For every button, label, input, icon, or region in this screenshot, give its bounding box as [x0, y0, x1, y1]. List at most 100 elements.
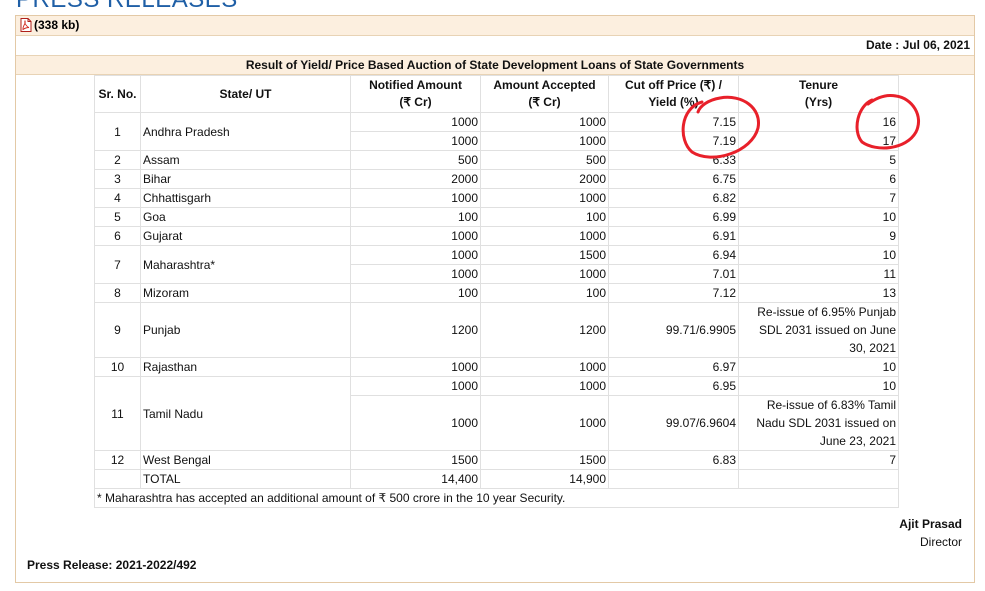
table-row: 8 Mizoram 100 100 7.12 13 [94, 283, 899, 303]
pdf-download-link[interactable]: (338 kb) [20, 18, 79, 32]
tenure-cell: 7 [738, 450, 899, 470]
sr-no-cell: 10 [94, 357, 141, 377]
cutoff-cell: 6.99 [608, 207, 739, 227]
notified-cell: 1000 [350, 226, 481, 246]
header-state: State/ UT [140, 75, 351, 113]
state-cell: Maharashtra* [140, 245, 351, 284]
accepted-cell: 2000 [480, 169, 609, 189]
tenure-cell: 10 [738, 207, 899, 227]
table-row: 6 Gujarat 1000 1000 6.91 9 [94, 226, 899, 246]
sr-no-cell: 12 [94, 450, 141, 470]
notified-cell: 1000 [350, 131, 481, 151]
state-cell: Punjab [140, 302, 351, 358]
press-release-panel: (338 kb) Date : Jul 06, 2021 Result of Y… [15, 15, 975, 583]
sr-no-cell: 4 [94, 188, 141, 208]
header-tenure: Tenure (Yrs) [738, 75, 899, 113]
state-cell: Tamil Nadu [140, 376, 351, 451]
cutoff-cell: 7.01 [608, 264, 739, 284]
notified-cell: 100 [350, 207, 481, 227]
table-row: 9 Punjab 1200 1200 99.71/6.9905 Re-issue… [94, 302, 899, 358]
accepted-cell: 1000 [480, 188, 609, 208]
sr-no-cell: 9 [94, 302, 141, 358]
cutoff-cell: 6.33 [608, 150, 739, 170]
table-row: 7 Maharashtra* 1000 1500 6.94 10 [94, 245, 899, 284]
table-row: 3 Bihar 2000 2000 6.75 6 [94, 169, 899, 189]
cutoff-cell: 6.97 [608, 357, 739, 377]
file-bar: (338 kb) [16, 16, 974, 36]
cutoff-cell: 7.19 [608, 131, 739, 151]
cutoff-cell: 99.71/6.9905 [608, 302, 739, 358]
cutoff-cell: 6.91 [608, 226, 739, 246]
accepted-cell: 100 [480, 207, 609, 227]
table-row: 5 Goa 100 100 6.99 10 [94, 207, 899, 227]
cutoff-cell: 6.94 [608, 245, 739, 265]
tenure-cell: 9 [738, 226, 899, 246]
cutoff-cell: 7.12 [608, 283, 739, 303]
sr-no-cell: 6 [94, 226, 141, 246]
state-cell: Mizoram [140, 283, 351, 303]
total-sr-blank [94, 469, 141, 489]
total-row: TOTAL 14,400 14,900 [94, 469, 899, 489]
header-accepted: Amount Accepted (₹ Cr) [480, 75, 609, 113]
accepted-cell: 100 [480, 283, 609, 303]
notified-cell: 2000 [350, 169, 481, 189]
accepted-cell: 1000 [480, 357, 609, 377]
page-heading: PRESS RELEASES [16, 0, 238, 14]
notified-cell: 1000 [350, 376, 481, 396]
tenure-cell: 6 [738, 169, 899, 189]
pdf-icon [20, 18, 32, 32]
state-cell: Chhattisgarh [140, 188, 351, 208]
accepted-cell: 1000 [480, 264, 609, 284]
tenure-cell: 10 [738, 245, 899, 265]
tenure-cell: Re-issue of 6.95% Punjab SDL 2031 issued … [738, 302, 899, 358]
sr-no-cell: 11 [94, 376, 141, 451]
table-row: 10 Rajasthan 1000 1000 6.97 10 [94, 357, 899, 377]
sr-no-cell: 8 [94, 283, 141, 303]
sr-no-cell: 2 [94, 150, 141, 170]
header-sr-no: Sr. No. [94, 75, 141, 113]
table-row: 11 Tamil Nadu 1000 1000 6.95 10 [94, 376, 899, 451]
notified-cell: 500 [350, 150, 481, 170]
accepted-cell: 1500 [480, 245, 609, 265]
signature-block: Ajit Prasad Director [899, 515, 962, 551]
state-cell: Gujarat [140, 226, 351, 246]
total-accepted: 14,900 [480, 469, 609, 489]
header-cutoff: Cut off Price (₹) / Yield (%) [608, 75, 739, 113]
sr-no-cell: 7 [94, 245, 141, 284]
notified-cell: 1000 [350, 112, 481, 132]
release-title: Result of Yield/ Price Based Auction of … [16, 55, 974, 75]
sr-no-cell: 5 [94, 207, 141, 227]
cutoff-cell: 99.07/6.9604 [608, 395, 739, 451]
file-size-label: (338 kb) [34, 18, 80, 32]
tenure-cell: Re-issue of 6.83% Tamil Nadu SDL 2031 iss… [738, 395, 899, 451]
table-row: 4 Chhattisgarh 1000 1000 6.82 7 [94, 188, 899, 208]
table-header-row: Sr. No. State/ UT Notified Amount (₹ Cr) … [94, 75, 899, 113]
cutoff-cell: 6.83 [608, 450, 739, 470]
notified-cell: 1000 [350, 395, 481, 451]
notified-cell: 1200 [350, 302, 481, 358]
table-row: 12 West Bengal 1500 1500 6.83 7 [94, 450, 899, 470]
accepted-cell: 1500 [480, 450, 609, 470]
accepted-cell: 1000 [480, 376, 609, 396]
total-tenure-blank [738, 469, 899, 489]
release-date: Date : Jul 06, 2021 [865, 38, 970, 52]
total-label: TOTAL [140, 469, 351, 489]
tenure-cell: 17 [738, 131, 899, 151]
cutoff-cell: 6.75 [608, 169, 739, 189]
accepted-cell: 500 [480, 150, 609, 170]
accepted-cell: 1000 [480, 226, 609, 246]
table-row: 2 Assam 500 500 6.33 5 [94, 150, 899, 170]
signatory-title: Director [919, 535, 962, 549]
accepted-cell: 1000 [480, 112, 609, 132]
state-cell: Bihar [140, 169, 351, 189]
auction-results-table: Sr. No. State/ UT Notified Amount (₹ Cr) … [94, 75, 899, 508]
notified-cell: 1000 [350, 357, 481, 377]
notified-cell: 100 [350, 283, 481, 303]
total-cutoff-blank [608, 469, 739, 489]
total-notified: 14,400 [350, 469, 481, 489]
cutoff-cell: 7.15 [608, 112, 739, 132]
cutoff-cell: 6.95 [608, 376, 739, 396]
notified-cell: 1000 [350, 188, 481, 208]
header-notified: Notified Amount (₹ Cr) [350, 75, 481, 113]
press-release-number: Press Release: 2021-2022/492 [27, 558, 197, 572]
